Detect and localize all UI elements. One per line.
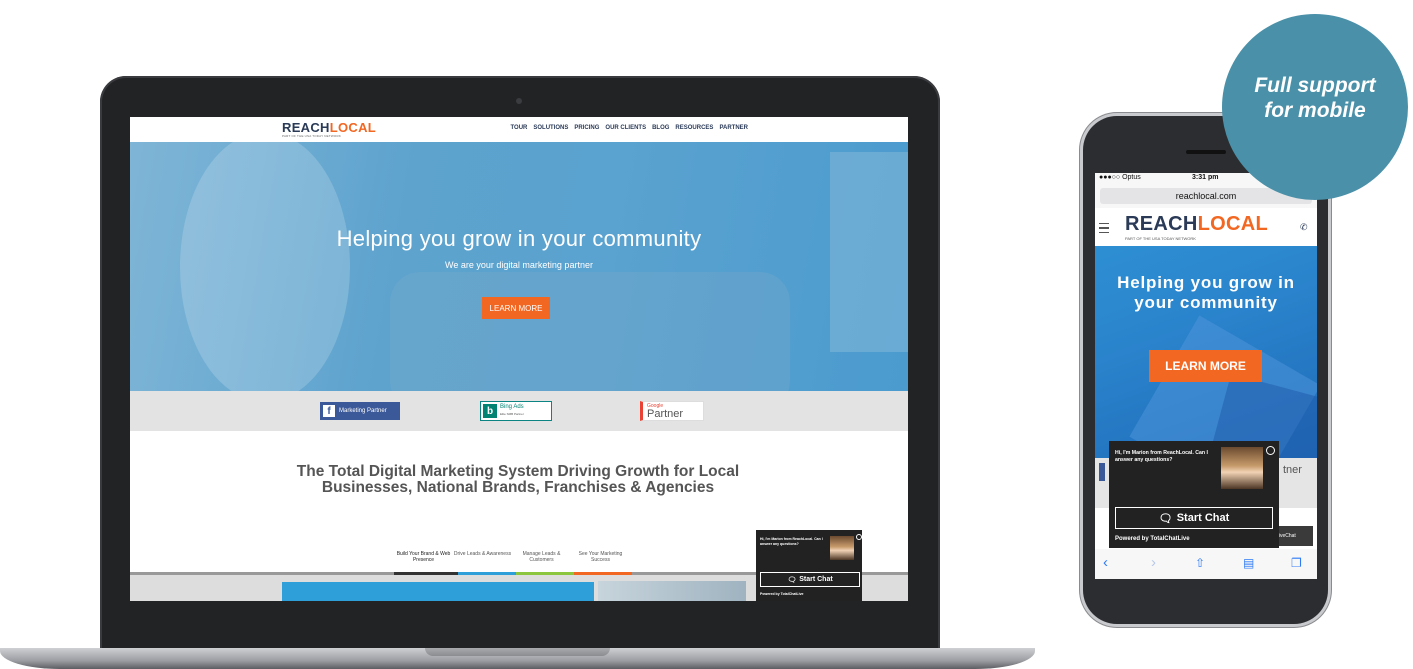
phone-screen: ●●●○○ Optus 3:31 pm reachlocal.com ↻ REA…: [1095, 173, 1317, 579]
phone-logo[interactable]: REACHLOCAL: [1125, 213, 1268, 236]
laptop-screen: REACHLOCAL PART OF THE USA TODAY NETWORK…: [130, 117, 908, 601]
desktop-chat-powered: Powered by TotalChatLive: [760, 592, 804, 596]
facebook-partner-label: Marketing Partner: [339, 408, 387, 414]
back-icon[interactable]: ‹: [1103, 554, 1108, 571]
nav-resources[interactable]: RESOURCES: [675, 125, 713, 131]
nav-tour[interactable]: TOUR: [510, 125, 527, 131]
phone-site-header: REACHLOCAL PART OF THE USA TODAY NETWORK…: [1095, 208, 1317, 246]
nav-our-clients[interactable]: OUR CLIENTS: [605, 125, 646, 131]
phone-browser-toolbar: ‹ › ⇧ ▤ ❐: [1095, 549, 1317, 579]
desktop-hero-subtitle: We are your digital marketing partner: [445, 260, 593, 270]
chat-bubble-icon: 🗨: [1158, 512, 1173, 525]
desktop-chat-greeting: Hi, I'm Marion from ReachLocal. Can I an…: [760, 537, 823, 546]
facebook-partner-badge: f Marketing Partner: [320, 402, 400, 420]
forward-icon[interactable]: ›: [1151, 554, 1156, 571]
facebook-icon: f: [323, 405, 335, 417]
nav-blog[interactable]: BLOG: [652, 125, 669, 131]
phone-call-icon[interactable]: ✆: [1300, 222, 1308, 233]
mobile-support-badge: Full support for mobile: [1222, 14, 1408, 200]
tab-build-brand[interactable]: Build Your Brand & Web Presence: [394, 551, 453, 563]
hero-photo-desk: [390, 272, 790, 391]
nav-partner[interactable]: PARTNER: [719, 125, 748, 131]
desktop-solution-tabs: Build Your Brand & Web Presence Drive Le…: [394, 551, 634, 563]
badge-line-1: Full support: [1254, 74, 1376, 97]
logo-main-text: REACH: [282, 120, 330, 135]
desktop-logo[interactable]: REACHLOCAL: [282, 120, 376, 135]
tab-drive-leads[interactable]: Drive Leads & Awareness: [453, 551, 512, 563]
phone-chat-avatar: [1221, 447, 1263, 489]
logo-accent-text: LOCAL: [329, 120, 377, 135]
phone-speaker: [1186, 150, 1226, 154]
bing-partner-badge: b Bing Ads Elite SMB Partner: [480, 401, 552, 421]
desktop-content-image: [598, 581, 746, 601]
bookmarks-icon[interactable]: ▤: [1243, 556, 1254, 570]
phone-logo-main: REACH: [1125, 213, 1198, 235]
tabs-icon[interactable]: ❐: [1291, 556, 1302, 570]
phone-chat-greeting: Hi, I'm Marion from ReachLocal. Can I an…: [1115, 450, 1208, 463]
nav-pricing[interactable]: PRICING: [574, 125, 599, 131]
share-icon[interactable]: ⇧: [1195, 556, 1205, 570]
phone-hero: Helping you grow in your community LEARN…: [1095, 246, 1317, 458]
desktop-hero-title: Helping you grow in your community: [336, 226, 702, 251]
desktop-logo-subtitle: PART OF THE USA TODAY NETWORK: [282, 134, 342, 138]
phone-chat-powered: Powered by TotalChatLive: [1115, 536, 1190, 542]
hero-photo-shelf: [830, 152, 908, 352]
desktop-content-blue-panel: [282, 582, 594, 601]
phone-learn-more-button[interactable]: LEARN MORE: [1149, 350, 1262, 382]
desktop-nav-menu: TOUR SOLUTIONS PRICING OUR CLIENTS BLOG …: [510, 125, 748, 131]
phone-start-chat-label: Start Chat: [1176, 512, 1230, 524]
desktop-hero: Helping you grow in your community We ar…: [130, 142, 908, 391]
google-label: Partner: [647, 408, 684, 420]
phone-start-chat-button[interactable]: 🗨 Start Chat: [1115, 507, 1273, 529]
desktop-chat-avatar: [830, 536, 854, 560]
bing-sublabel: Elite SMB Partner: [500, 412, 524, 416]
tab-see-success[interactable]: See Your Marketing Success: [571, 551, 630, 563]
bing-icon: b: [483, 404, 497, 418]
phone-time: 3:31 pm: [1192, 174, 1219, 181]
badge-line-2: for mobile: [1264, 99, 1366, 122]
phone-hero-title: Helping you grow in your community: [1117, 273, 1295, 312]
phone-logo-subtitle: PART OF THE USA TODAY NETWORK: [1125, 236, 1196, 241]
desktop-section-headline: The Total Digital Marketing System Drivi…: [296, 463, 740, 496]
bing-partner-text: Bing Ads Elite SMB Partner: [500, 404, 524, 418]
desktop-learn-more-button[interactable]: LEARN MORE: [482, 297, 550, 319]
desktop-chat-widget: Hi, I'm Marion from ReachLocal. Can I an…: [756, 530, 862, 601]
hamburger-menu-icon[interactable]: [1099, 223, 1109, 233]
google-partner-badge: Google Partner: [640, 401, 704, 421]
phone-facebook-badge-fragment: [1099, 463, 1105, 481]
nav-solutions[interactable]: SOLUTIONS: [533, 125, 568, 131]
phone-logo-accent: LOCAL: [1197, 213, 1269, 235]
laptop-hinge-notch: [425, 648, 610, 656]
phone-partner-fragment: tner: [1283, 464, 1302, 476]
phone-chat-close-icon[interactable]: [1266, 446, 1275, 455]
phone-chat-widget: Hi, I'm Marion from ReachLocal. Can I an…: [1109, 441, 1279, 548]
desktop-chat-close-icon[interactable]: [856, 534, 862, 540]
chat-bubble-icon: 🗨: [787, 576, 797, 584]
desktop-start-chat-button[interactable]: 🗨 Start Chat: [760, 572, 860, 587]
desktop-start-chat-label: Start Chat: [799, 576, 833, 583]
laptop-camera: [516, 98, 522, 104]
bing-label: Bing Ads: [500, 404, 524, 410]
tab-manage-leads[interactable]: Manage Leads & Customers: [512, 551, 571, 563]
phone-carrier: ●●●○○ Optus: [1099, 174, 1141, 181]
